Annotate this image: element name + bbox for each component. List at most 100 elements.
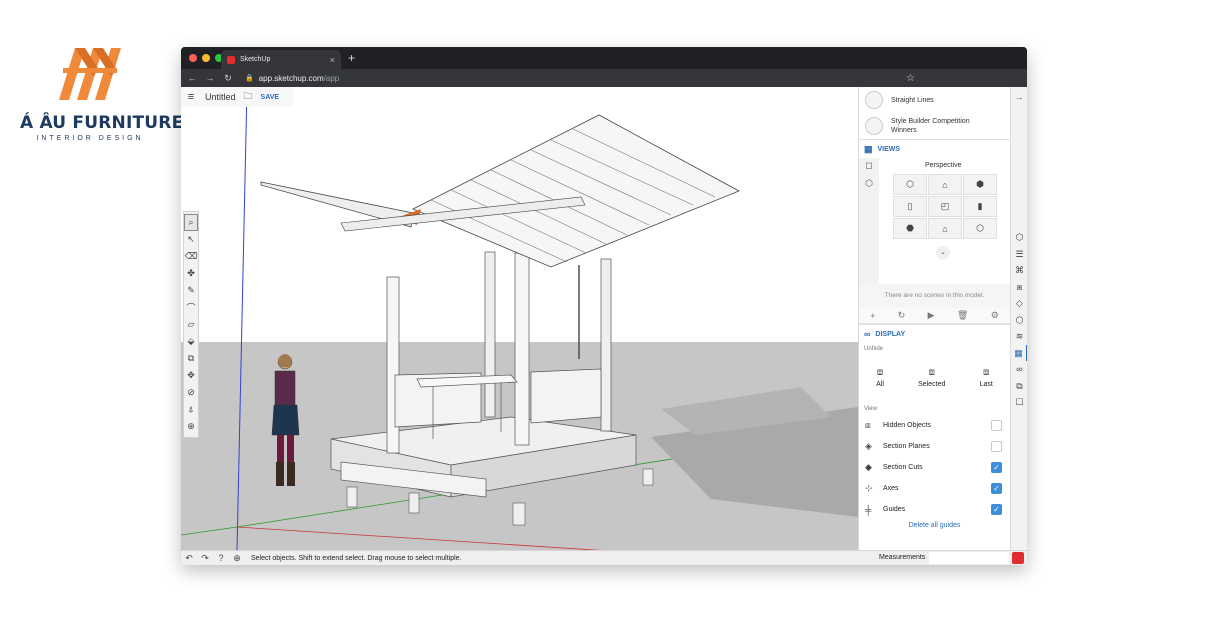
eraser-tool-icon[interactable]: ⌫ (184, 248, 198, 265)
view-back-icon[interactable]: ▮ (963, 196, 997, 217)
instructor-icon[interactable]: ☰ (1011, 246, 1027, 263)
views-title: VIEWS (877, 145, 901, 153)
chevron-down-icon[interactable]: ⌄ (936, 246, 950, 260)
section-cuts-checkbox[interactable]: ✓ (991, 462, 1002, 473)
walk-tool-icon[interactable]: ⍋ (184, 401, 198, 418)
reload-icon[interactable]: ↻ (221, 73, 235, 84)
tab-close-icon[interactable]: × (330, 55, 335, 65)
unhide-selected-button[interactable]: ⧈ Selected (918, 367, 945, 388)
undo-icon[interactable]: ↶ (181, 553, 197, 564)
glasses-icon: ∞ (864, 329, 871, 339)
orbit-tool-icon[interactable]: ⊕ (184, 418, 198, 435)
toggle-hidden-objects[interactable]: ⧈ Hidden Objects (859, 415, 1010, 436)
close-window-button[interactable] (189, 54, 197, 62)
document-title[interactable]: Untitled (205, 92, 236, 102)
3d-viewport[interactable]: ≡ Untitled 🗀 SAVE ⌕ ↖ ⌫ ✤ ✎ ⌒ ▱ ⬙ ⧉ ✥ ⊘ … (181, 87, 858, 550)
view-iso3-icon[interactable]: ⬡ (963, 218, 997, 239)
no-scenes-message: There are no scenes in this model. (859, 284, 1010, 308)
solar-north-icon[interactable]: ☐ (1011, 394, 1027, 411)
redo-icon[interactable]: ↷ (197, 553, 213, 564)
new-tab-button[interactable]: + (348, 51, 355, 65)
globe-icon[interactable]: ⊕ (229, 553, 245, 564)
axes-icon: ⊹ (865, 483, 873, 493)
unhide-buttons: ⧈ All ⧈ Selected ⧈ Last (859, 355, 1010, 399)
layers-icon[interactable]: ≋ (1011, 328, 1027, 345)
post-foot-1 (346, 486, 358, 508)
bookmark-star-icon[interactable]: ☆ (906, 73, 915, 84)
unhide-selected-label: Selected (918, 380, 946, 388)
outliner-icon[interactable]: ⧉ (1011, 378, 1027, 395)
play-scene-icon[interactable]: ▶ (928, 310, 935, 321)
toggle-axes[interactable]: ⊹ Axes ✓ (859, 478, 1010, 499)
paint-bucket-tool-icon[interactable]: ✤ (184, 265, 198, 282)
section-cuts-icon: ◆ (865, 462, 872, 472)
perspective-icon[interactable]: ⬡ (859, 178, 879, 194)
view-iso2-icon[interactable]: ⬢ (963, 174, 997, 195)
select-tool-icon[interactable]: ↖ (184, 231, 198, 248)
help-icon[interactable]: ? (213, 553, 229, 563)
toggle-label: Section Cuts (883, 464, 923, 471)
view-top-icon[interactable]: ⌂ (928, 174, 962, 195)
view-left-icon[interactable]: ⬣ (893, 218, 927, 239)
tags-icon[interactable]: ⬡ (1011, 312, 1027, 329)
scenes-icon[interactable]: ▦ (1011, 344, 1027, 361)
app-header: ≡ Untitled 🗀 SAVE (181, 87, 293, 107)
forward-icon[interactable]: → (203, 73, 217, 83)
tab-sketchup[interactable]: SketchUp × (221, 50, 341, 69)
update-scene-icon[interactable]: ↻ (898, 310, 906, 321)
pencil-tool-icon[interactable]: ✎ (184, 282, 198, 299)
styles-icon[interactable]: ◇ (1011, 295, 1027, 312)
style-thumbnail-icon (865, 91, 883, 109)
sketchup-logo-icon (1012, 552, 1024, 564)
axes-checkbox[interactable]: ✓ (991, 483, 1002, 494)
unhide-last-button[interactable]: ⧈ Last (980, 367, 993, 388)
hamburger-menu-icon[interactable]: ≡ (181, 91, 201, 103)
collapse-panel-icon[interactable]: → (1011, 87, 1027, 107)
minimize-window-button[interactable] (202, 54, 210, 62)
push-pull-tool-icon[interactable]: ⬙ (184, 333, 198, 350)
delete-scene-icon[interactable]: 🗑 (957, 310, 968, 321)
view-front-icon[interactable]: ▯ (893, 196, 927, 217)
unhide-last-icon: ⧈ (983, 366, 990, 378)
view-iso-icon[interactable]: ⬡ (893, 174, 927, 195)
back-icon[interactable]: ← (185, 73, 199, 83)
materials-icon[interactable]: ⧆ (1011, 279, 1027, 296)
move-tool-icon[interactable]: ✥ (184, 367, 198, 384)
tape-measure-tool-icon[interactable]: ⊘ (184, 384, 198, 401)
arc-tool-icon[interactable]: ⌒ (184, 299, 198, 316)
rectangle-tool-icon[interactable]: ▱ (184, 316, 198, 333)
components-icon[interactable]: ⌘ (1011, 262, 1027, 279)
guides-checkbox[interactable]: ✓ (991, 504, 1002, 515)
url-field[interactable]: 🔒 app.sketchup.com /app (245, 74, 339, 83)
unhide-all-label: All (876, 380, 884, 388)
unhide-all-button[interactable]: ⧈ All (876, 367, 884, 388)
hidden-objects-checkbox[interactable] (991, 420, 1002, 431)
style-label: Straight Lines (891, 96, 934, 104)
delete-all-guides-link[interactable]: Delete all guides (859, 522, 1010, 529)
parallel-projection-icon[interactable]: ◻ (859, 160, 879, 176)
toggle-section-cuts[interactable]: ◆ Section Cuts ✓ (859, 457, 1010, 478)
style-item-straight-lines[interactable]: Straight Lines (859, 87, 1010, 113)
entity-info-icon[interactable]: ⬡ (1011, 229, 1027, 246)
style-item-competition-winners[interactable]: Style Builder Competition Winners (859, 113, 1010, 139)
scene-settings-icon[interactable]: ⚙ (991, 310, 999, 321)
views-header[interactable]: ▦ VIEWS (859, 139, 1010, 158)
view-bottom-icon[interactable]: ⌂ (928, 218, 962, 239)
folder-icon[interactable]: 🗀 (244, 89, 253, 105)
display-header[interactable]: ∞ DISPLAY (859, 324, 1010, 343)
measurements-label: Measurements (879, 554, 926, 561)
add-scene-icon[interactable]: + (870, 311, 875, 321)
measurements-input[interactable] (929, 552, 1009, 564)
window-controls (189, 54, 223, 62)
offset-tool-icon[interactable]: ⧉ (184, 350, 198, 367)
toggle-section-planes[interactable]: ◈ Section Planes (859, 436, 1010, 457)
status-bar: ↶ ↷ ? ⊕ Select objects. Shift to extend … (181, 550, 1027, 565)
search-tool-icon[interactable]: ⌕ (184, 214, 198, 231)
save-button[interactable]: SAVE (261, 94, 280, 101)
section-planes-checkbox[interactable] (991, 441, 1002, 452)
post-foot-2 (408, 492, 420, 514)
toggle-guides[interactable]: ╪ Guides ✓ (859, 499, 1010, 520)
view-right-icon[interactable]: ◰ (928, 196, 962, 217)
display-icon[interactable]: ∞ (1011, 361, 1027, 378)
views-body: ◻ ⬡ Perspective ⬡ ⌂ ⬢ ▯ ◰ ▮ ⬣ ⌂ ⬡ ⌄ (859, 158, 1010, 284)
